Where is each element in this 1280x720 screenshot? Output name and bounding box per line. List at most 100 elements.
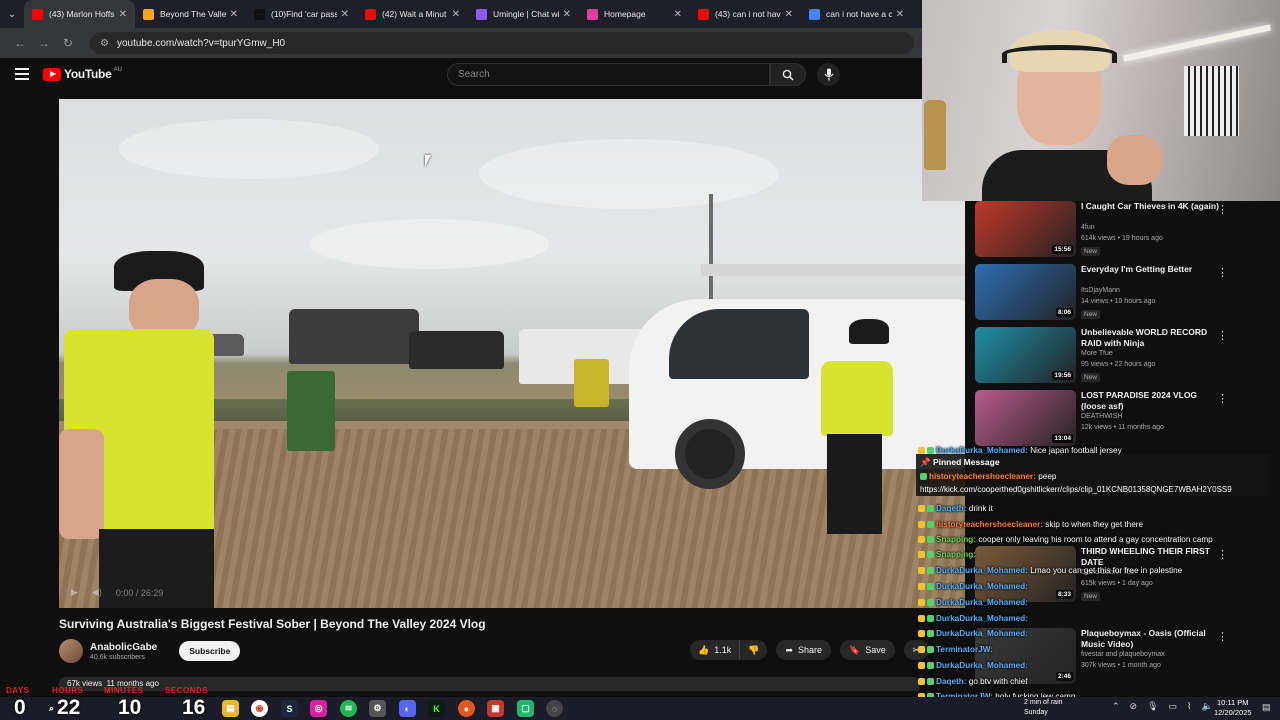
- kick-icon[interactable]: K: [428, 700, 445, 717]
- browser-tab[interactable]: Homepage ✕: [579, 0, 690, 28]
- recommended-channel[interactable]: 4fun: [1081, 224, 1095, 231]
- more-options-icon[interactable]: ⋮: [1217, 266, 1228, 279]
- weather-widget[interactable]: 2 min of rain Sunday: [1024, 698, 1063, 718]
- chat-username[interactable]: Snapping:: [936, 550, 976, 559]
- volume-icon[interactable]: ◀): [92, 587, 102, 598]
- recommended-video[interactable]: 15:56 I Caught Car Thieves in 4K (again) 4…: [975, 201, 1275, 261]
- video-thumbnail[interactable]: 13:04: [975, 390, 1076, 446]
- channel-name[interactable]: AnabolicGabe: [90, 642, 157, 653]
- recommended-age: 11 months ago: [1118, 424, 1164, 431]
- chat-username[interactable]: DurkaDurka_Mohamed:: [936, 661, 1028, 670]
- tab-close-icon[interactable]: ✕: [230, 9, 238, 20]
- browser-tab[interactable]: (10)Find 'car pass ✕: [246, 0, 357, 28]
- browser-tab[interactable]: (43) can i not hav ✕: [690, 0, 801, 28]
- recommended-channel[interactable]: ItsDjayMann: [1081, 287, 1120, 294]
- dislike-button[interactable]: 👎: [740, 640, 767, 660]
- video-player[interactable]: ▶ ◀) 0:00 / 26:29: [59, 99, 965, 608]
- chat-username[interactable]: DurkaDurka_Mohamed:: [936, 614, 1028, 623]
- tab-favicon-icon: [809, 8, 820, 20]
- play-icon[interactable]: ▶: [71, 587, 78, 598]
- channel-avatar[interactable]: [59, 639, 83, 663]
- recommended-title[interactable]: Everyday I'm Getting Better: [1081, 264, 1221, 275]
- more-options-icon[interactable]: ⋮: [1217, 329, 1228, 342]
- search-input[interactable]: Search: [447, 63, 770, 86]
- recommended-video[interactable]: 19:56 Unbelievable WORLD RECORD RAID with…: [975, 327, 1275, 387]
- badge-icon: [927, 662, 934, 670]
- tab-close-icon[interactable]: ✕: [674, 9, 682, 20]
- wifi-icon[interactable]: ⌇: [1187, 701, 1191, 712]
- menu-icon[interactable]: [15, 68, 29, 80]
- video-thumbnail[interactable]: 8:06: [975, 264, 1076, 320]
- tab-close-icon[interactable]: ✕: [452, 9, 460, 20]
- chat-username[interactable]: historyteachershoecleaner:: [936, 520, 1043, 529]
- address-bar[interactable]: ⚙ youtube.com/watch?v=tpurYGmw_H0: [90, 32, 914, 54]
- tab-close-icon[interactable]: ✕: [785, 9, 793, 20]
- video-thumbnail[interactable]: 15:56: [975, 201, 1076, 257]
- recommended-title[interactable]: I Caught Car Thieves in 4K (again): [1081, 201, 1221, 212]
- browser-tab[interactable]: can i not have a c ✕: [801, 0, 912, 28]
- volume-tray-icon[interactable]: 🔈: [1201, 701, 1212, 712]
- more-options-icon[interactable]: ⋮: [1217, 203, 1228, 216]
- recommended-channel[interactable]: DEATHWISH: [1081, 413, 1122, 420]
- browser-tab[interactable]: (43) Marlon Hoffs ✕: [24, 0, 135, 28]
- reload-icon[interactable]: ↻: [56, 36, 80, 50]
- video-app-icon[interactable]: ▣: [487, 700, 504, 717]
- new-badge: New: [1081, 310, 1101, 319]
- spotify-icon[interactable]: ≋: [340, 700, 357, 717]
- chrome-icon[interactable]: ◉: [251, 700, 268, 717]
- chat-username[interactable]: Snapping:: [936, 535, 976, 544]
- browser-tab[interactable]: Beyond The Valley ✕: [135, 0, 246, 28]
- back-icon[interactable]: ←: [8, 36, 32, 50]
- recommended-title[interactable]: LOST PARADISE 2024 VLOG (loose asf): [1081, 390, 1221, 412]
- chat-username[interactable]: DurkaDurka_Mohamed:: [936, 566, 1028, 575]
- site-info-icon[interactable]: ⚙: [100, 38, 109, 49]
- share-button[interactable]: ➦ Share: [776, 640, 832, 660]
- chat-username[interactable]: Daqeth:: [936, 677, 966, 686]
- youtube-logo[interactable]: YouTube AU: [43, 67, 122, 81]
- display-icon[interactable]: ▭: [1169, 701, 1178, 712]
- voice-search-button[interactable]: [817, 63, 840, 86]
- chat-username[interactable]: Daqeth:: [936, 504, 966, 513]
- chat-username[interactable]: DurkaDurka_Mohamed:: [936, 598, 1028, 607]
- pinned-link[interactable]: https://kick.com/cooperthed0gshitlickerr…: [920, 485, 1232, 494]
- settings-icon[interactable]: ⚙: [369, 700, 386, 717]
- recommended-video[interactable]: 8:06 Everyday I'm Getting Better ItsDjayMa…: [975, 264, 1275, 324]
- like-button[interactable]: 👍 1.1k: [690, 640, 741, 660]
- recommended-video[interactable]: 13:04 LOST PARADISE 2024 VLOG (loose asf)…: [975, 390, 1275, 450]
- chat-message: DurkaDurka_Mohamed: Nice japan football …: [918, 446, 1122, 455]
- search-button[interactable]: [770, 63, 806, 86]
- video-thumbnail[interactable]: 19:56: [975, 327, 1076, 383]
- app-icon[interactable]: ●: [458, 700, 475, 717]
- subscribe-button[interactable]: Subscribe: [179, 641, 241, 661]
- notifications-icon[interactable]: ▤: [1262, 702, 1271, 713]
- instagram-icon[interactable]: ◎: [310, 700, 327, 717]
- taskbar-clock[interactable]: 10:11 PM 12/20/2025: [1214, 698, 1252, 718]
- chat-username[interactable]: DurkaDurka_Mohamed:: [936, 446, 1028, 455]
- more-options-icon[interactable]: ⋮: [1217, 392, 1228, 405]
- countdown-days-label: DAYS: [6, 686, 30, 695]
- discord-icon[interactable]: ◐: [399, 700, 416, 717]
- tab-close-icon[interactable]: ✕: [119, 9, 127, 20]
- microphone-tray-icon[interactable]: 🎙: [1147, 701, 1158, 712]
- notification-off-icon[interactable]: ⊘: [1130, 701, 1138, 712]
- chat-username[interactable]: TerminatorJW:: [936, 645, 993, 654]
- browser-tab[interactable]: Umingle | Chat wi ✕: [468, 0, 579, 28]
- tab-close-icon[interactable]: ✕: [563, 9, 571, 20]
- chat-username[interactable]: DurkaDurka_Mohamed:: [936, 582, 1028, 591]
- chat-app-icon[interactable]: ▢: [517, 700, 534, 717]
- recommended-channel[interactable]: More Tfue: [1081, 350, 1113, 357]
- tab-close-icon[interactable]: ✕: [896, 9, 904, 20]
- tab-search-menu-icon[interactable]: ⌄: [0, 0, 24, 28]
- chat-username[interactable]: DurkaDurka_Mohamed:: [936, 629, 1028, 638]
- forward-icon[interactable]: →: [32, 36, 56, 50]
- player-controls[interactable]: ▶ ◀) 0:00 / 26:29: [71, 587, 177, 598]
- tab-close-icon[interactable]: ✕: [341, 9, 349, 20]
- save-button[interactable]: 🔖 Save: [840, 640, 895, 660]
- browser-tab[interactable]: (42) Wait a Minut ✕: [357, 0, 468, 28]
- chevron-up-icon[interactable]: ⌃: [1112, 701, 1120, 712]
- recommended-title[interactable]: Unbelievable WORLD RECORD RAID with Ninj…: [1081, 327, 1221, 349]
- obs-icon[interactable]: ◌: [546, 700, 563, 717]
- file-explorer-icon[interactable]: ▤: [222, 700, 239, 717]
- steam-icon[interactable]: S: [281, 700, 298, 717]
- chat-overlay: 📌 Pinned Message historyteachershoeclean…: [914, 446, 1280, 720]
